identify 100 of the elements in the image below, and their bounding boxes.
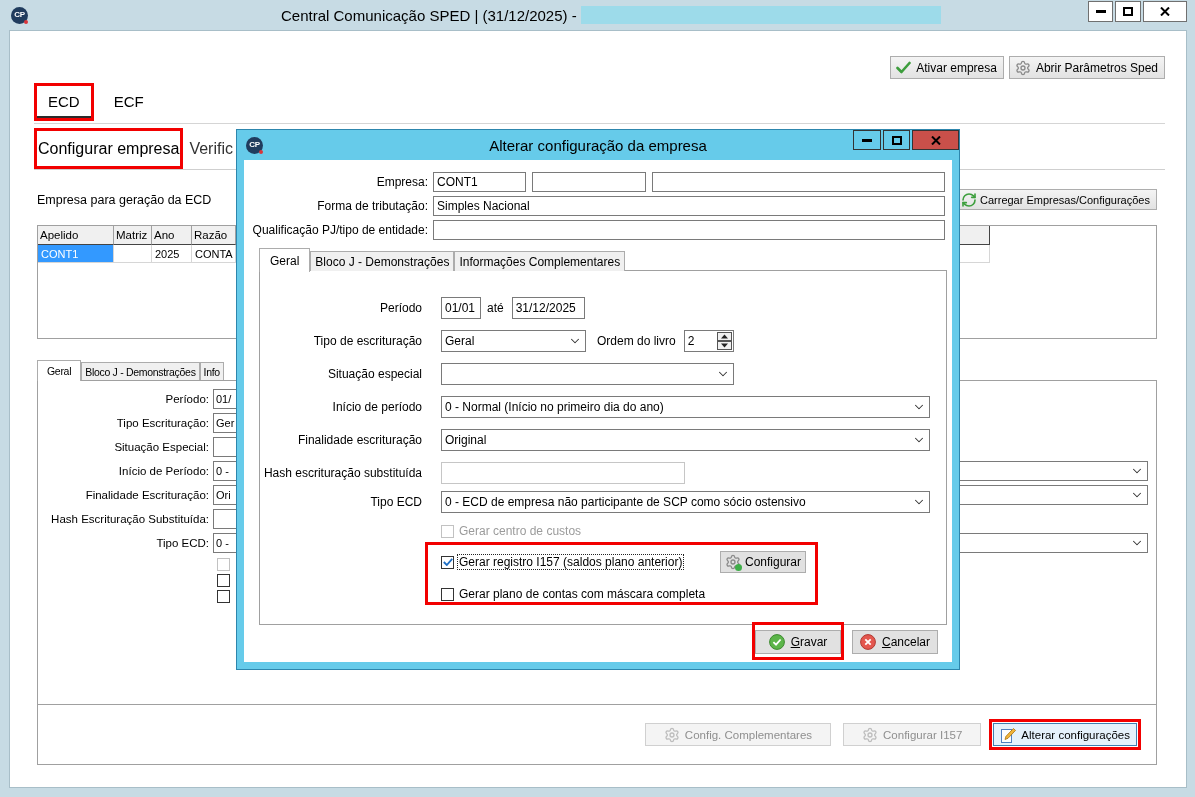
date-field[interactable]: 01/01 — [441, 297, 481, 319]
close-icon — [1160, 7, 1170, 16]
app-logo: CP — [11, 6, 28, 24]
field-label: até — [487, 301, 504, 315]
refresh-icon — [961, 191, 977, 208]
dropdown[interactable] — [441, 363, 734, 385]
load-button[interactable]: Carregar Empresas/Configurações — [960, 189, 1157, 210]
gear-icon — [862, 726, 879, 743]
text-field[interactable] — [213, 509, 236, 529]
table-cell[interactable] — [960, 245, 990, 263]
tab[interactable]: Bloco J - Demonstrações — [310, 251, 455, 271]
tab[interactable]: ECF — [102, 86, 155, 118]
check-circle-icon — [768, 634, 785, 650]
gear-icon — [1014, 59, 1031, 76]
check-icon — [896, 61, 912, 74]
tick-icon — [442, 558, 453, 566]
field-label: Período — [378, 301, 422, 315]
minimize-icon — [1095, 10, 1106, 13]
field-label: Hash escrituração substituída — [262, 466, 422, 480]
text-field[interactable]: CONT1 — [433, 172, 526, 192]
gear-icon — [663, 726, 680, 743]
section-title: Empresa para geração da ECD — [37, 192, 212, 207]
column-header[interactable]: Ano — [152, 226, 192, 245]
gear-plus-icon — [725, 553, 742, 571]
dropdown[interactable]: Original — [441, 429, 930, 451]
field-label: Empresa: — [375, 175, 429, 189]
dropdown[interactable] — [960, 485, 1148, 505]
field-label: Qualificação PJ/tipo de entidade: — [251, 223, 429, 237]
text-field[interactable] — [213, 437, 236, 457]
checkbox-label: Gerar plano de contas com máscara completa — [458, 586, 707, 602]
field-label: Hash Escrituração Substituída: — [50, 513, 209, 525]
text-field[interactable]: 01/ — [213, 389, 236, 409]
maximize-button[interactable] — [883, 130, 910, 150]
field-label: Tipo ECD: — [155, 537, 209, 549]
text-field[interactable] — [433, 220, 945, 240]
table-cell[interactable]: 2025 — [152, 245, 192, 263]
tab[interactable]: Verific — [188, 131, 234, 166]
number-field[interactable]: 2 — [683, 330, 734, 352]
dropdown[interactable]: 0 - ECD de empresa não participante de SCP como sócio ostensivo — [441, 491, 930, 513]
tab[interactable]: Informações Complementares — [454, 251, 626, 271]
checkbox[interactable] — [441, 555, 454, 569]
tab[interactable]: Geral — [37, 360, 82, 381]
dialog-title: Alterar configuração da empresa — [489, 136, 707, 154]
tab[interactable]: Info — [199, 362, 224, 380]
window-title: Central Comunicação SPED | (31/12/2025) - — [281, 6, 577, 24]
checkbox[interactable] — [217, 590, 230, 603]
field-label: Finalidade escrituração — [296, 433, 422, 447]
checkbox-label: Gerar centro de custos — [458, 523, 583, 539]
table-cell[interactable]: CONTA — [192, 245, 236, 263]
field-label: Início de período — [331, 400, 422, 414]
field-label: Forma de tributação: — [316, 199, 429, 213]
toolbar-button[interactable]: Ativar empresa — [890, 56, 1004, 79]
maximize-button[interactable] — [1115, 1, 1141, 22]
field-label: Finalidade Escrituração: — [84, 489, 209, 501]
field-label: Ordem do livro — [597, 334, 676, 348]
action-button[interactable]: Alterar configurações — [993, 723, 1137, 746]
edit-note-icon — [1000, 726, 1017, 743]
field-label: Tipo de escrituração — [312, 334, 422, 348]
tab[interactable]: Bloco J - Demonstrações — [81, 362, 200, 380]
spin-arrows-icon[interactable] — [716, 332, 732, 350]
dropdown[interactable]: 0 - — [213, 533, 236, 553]
tab[interactable]: Geral — [259, 248, 311, 272]
dropdown[interactable]: 0 - — [213, 461, 236, 481]
date-field[interactable]: 31/12/2025 — [511, 297, 585, 319]
column-header[interactable]: Matriz — [114, 226, 152, 245]
text-field[interactable]: Ger — [213, 413, 236, 433]
close-button[interactable] — [1143, 1, 1187, 22]
dropdown[interactable] — [960, 533, 1148, 553]
dropdown[interactable] — [960, 461, 1148, 481]
close-icon — [930, 135, 941, 145]
checkbox-label: Gerar registro I157 (saldos plano anterior) — [457, 554, 685, 570]
dropdown[interactable]: Geral — [441, 330, 586, 352]
tab[interactable]: Configurar empresa — [37, 131, 181, 166]
cancel-button[interactable]: Cancelar — [852, 630, 938, 654]
dropdown[interactable]: 0 - Normal (Início no primeiro dia do ano) — [441, 396, 930, 418]
field-label: Situação especial — [326, 367, 422, 381]
app-logo: CP — [246, 136, 263, 154]
tab[interactable]: ECD — [37, 86, 91, 118]
column-header[interactable]: Apelido — [38, 226, 114, 245]
column-header[interactable] — [960, 226, 990, 245]
cancel-circle-icon — [860, 634, 876, 650]
text-field[interactable]: Simples Nacional — [433, 196, 945, 216]
maximize-icon — [891, 135, 902, 145]
text-field[interactable] — [652, 172, 945, 192]
minimize-button[interactable] — [1088, 1, 1113, 22]
dropdown[interactable]: Ori — [213, 485, 236, 505]
checkbox[interactable] — [441, 587, 454, 601]
checkbox[interactable] — [217, 574, 230, 587]
toolbar-button[interactable]: Abrir Parâmetros Sped — [1008, 56, 1165, 79]
text-field[interactable] — [532, 172, 646, 192]
minimize-button[interactable] — [853, 130, 881, 150]
maximize-icon — [1123, 7, 1133, 16]
field-label: Início de Período: — [117, 465, 209, 477]
column-header[interactable]: Razão — [192, 226, 236, 245]
table-cell[interactable] — [114, 245, 152, 263]
configure-button[interactable]: Configurar — [720, 551, 806, 573]
field-label: Situação Especial: — [113, 441, 209, 453]
field-label: Tipo ECD — [369, 495, 422, 509]
save-button[interactable]: Gravar — [755, 630, 841, 654]
field-label: Tipo Escrituração: — [115, 417, 209, 429]
